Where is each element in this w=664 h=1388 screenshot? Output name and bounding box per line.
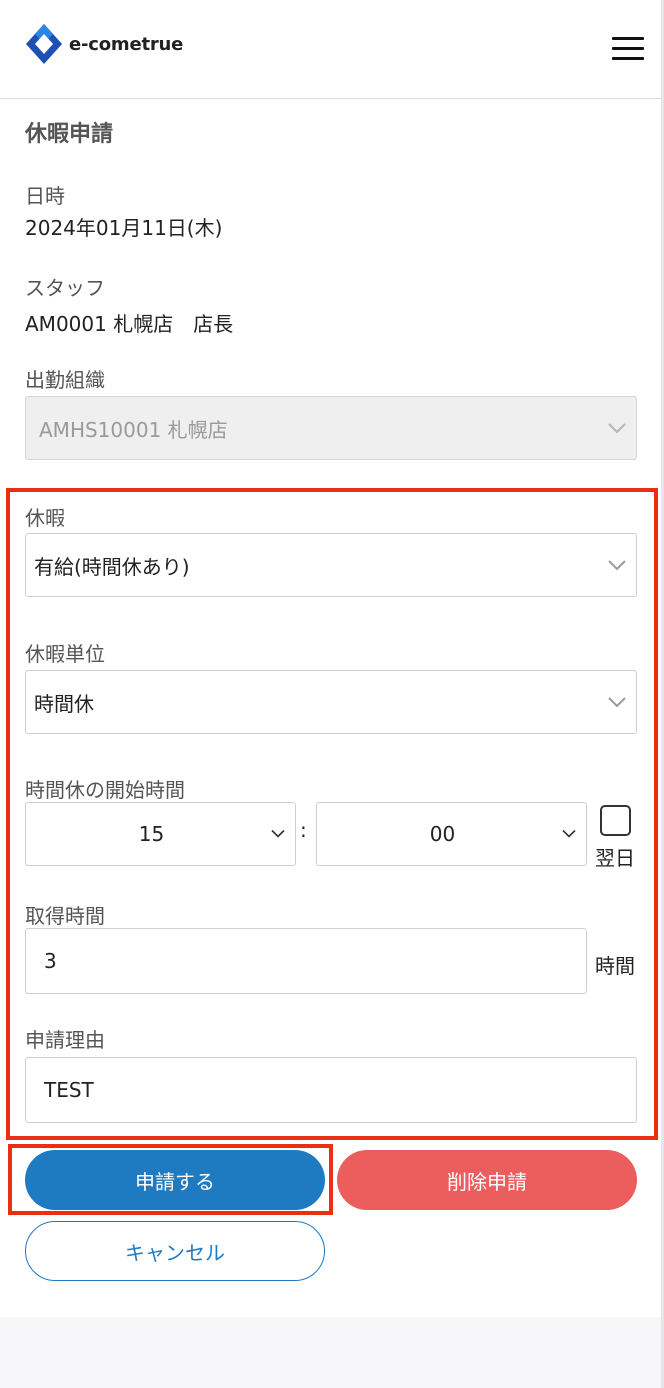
page-footer xyxy=(0,1317,661,1388)
hours-input[interactable]: 3 xyxy=(25,928,587,994)
leave-label: 休暇 xyxy=(25,506,65,530)
datetime-label: 日時 xyxy=(25,184,65,208)
start-hour-select[interactable]: 15 xyxy=(25,802,296,866)
page-title: 休暇申請 xyxy=(25,122,114,147)
org-select-value: AMHS10001 札幌店 xyxy=(39,417,228,442)
leave-type-select[interactable]: 有給(時間休あり) xyxy=(25,533,637,597)
next-day-label: 翌日 xyxy=(595,846,635,870)
reason-label: 申請理由 xyxy=(25,1028,105,1052)
reason-input-value: TEST xyxy=(44,1078,94,1102)
next-day-checkbox[interactable] xyxy=(600,805,631,836)
start-minute-select[interactable]: 00 xyxy=(316,802,587,866)
chevron-down-icon xyxy=(608,423,626,434)
submit-button[interactable]: 申請する xyxy=(25,1150,325,1210)
org-select: AMHS10001 札幌店 xyxy=(25,396,637,460)
staff-label: スタッフ xyxy=(25,276,105,300)
cancel-button[interactable]: キャンセル xyxy=(25,1221,325,1281)
logo-text: e-cometrue xyxy=(69,33,184,55)
start-minute-value: 00 xyxy=(429,822,456,846)
reason-input[interactable]: TEST xyxy=(25,1057,637,1123)
chevron-down-icon xyxy=(608,560,626,571)
hours-label: 取得時間 xyxy=(25,904,105,928)
chevron-down-icon xyxy=(562,829,576,838)
leave-unit-value: 時間休 xyxy=(34,691,94,716)
org-label: 出勤組織 xyxy=(25,368,105,392)
start-time-label: 時間休の開始時間 xyxy=(25,778,185,802)
chevron-down-icon xyxy=(271,829,285,838)
leave-unit-select[interactable]: 時間休 xyxy=(25,670,637,734)
logo-mark-icon xyxy=(26,24,62,64)
time-separator: : xyxy=(300,818,307,842)
app-header: e-cometrue xyxy=(0,0,664,99)
hours-input-value: 3 xyxy=(44,949,57,973)
hours-unit: 時間 xyxy=(595,954,635,978)
chevron-down-icon xyxy=(608,697,626,708)
hamburger-menu-icon[interactable] xyxy=(608,34,648,64)
delete-request-button[interactable]: 削除申請 xyxy=(337,1150,637,1210)
logo[interactable]: e-cometrue xyxy=(24,22,183,66)
staff-value: AM0001 札幌店 店長 xyxy=(25,312,234,336)
leave-unit-label: 休暇単位 xyxy=(25,642,105,666)
start-hour-value: 15 xyxy=(138,822,165,846)
datetime-value: 2024年01月11日(木) xyxy=(25,216,223,240)
leave-type-value: 有給(時間休あり) xyxy=(34,554,190,579)
